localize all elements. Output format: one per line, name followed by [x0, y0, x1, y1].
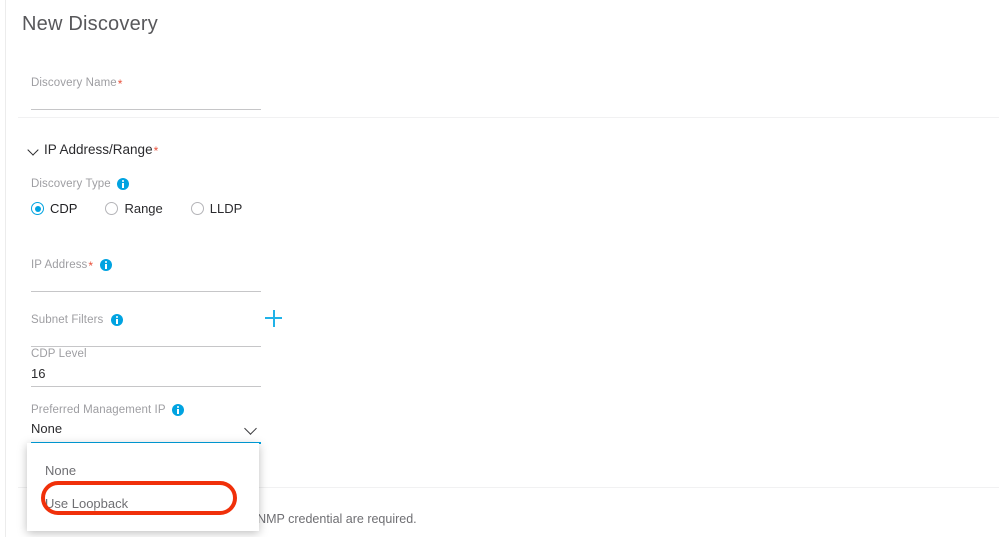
page-title: New Discovery — [22, 13, 158, 35]
header-divider — [18, 117, 999, 118]
radio-label-range: Range — [124, 201, 163, 216]
discovery-name-label-text: Discovery Name — [31, 77, 117, 89]
discovery-name-field[interactable]: Discovery Name * — [31, 76, 261, 110]
cdp-level-label: CDP Level — [31, 347, 261, 361]
radio-label-cdp: CDP — [50, 201, 78, 216]
plus-icon[interactable] — [265, 309, 283, 327]
radio-option-range[interactable]: Range — [105, 201, 163, 216]
ip-address-input[interactable] — [31, 272, 261, 291]
info-icon[interactable] — [171, 404, 184, 416]
discovery-name-input[interactable] — [31, 90, 261, 109]
preferred-management-ip-select[interactable]: None — [31, 420, 261, 438]
preferred-management-ip-label-text: Preferred Management IP — [31, 404, 166, 416]
subnet-filters-input[interactable] — [31, 327, 261, 346]
ip-address-label-text: IP Address — [31, 259, 88, 271]
ip-address-field[interactable]: IP Address * — [31, 258, 261, 292]
discovery-type-label-text: Discovery Type — [31, 178, 111, 190]
cdp-level-label-text: CDP Level — [31, 348, 87, 360]
preferred-management-ip-field[interactable]: Preferred Management IP None — [31, 403, 261, 444]
section-title: IP Address/Range — [44, 142, 153, 157]
radio-option-cdp[interactable]: CDP — [31, 201, 77, 216]
radio-label-lldp: LLDP — [209, 201, 243, 216]
chevron-down-icon[interactable] — [245, 423, 257, 435]
ip-address-range-section-header[interactable]: IP Address/Range * — [28, 142, 158, 157]
cdp-level-field[interactable]: CDP Level 16 — [31, 347, 261, 387]
radio-circle-icon — [105, 202, 119, 215]
ip-address-underline — [31, 291, 261, 292]
info-icon[interactable] — [116, 178, 129, 190]
required-asterisk: * — [117, 77, 123, 91]
discovery-type-radio-group[interactable]: CDP Range LLDP — [31, 201, 242, 216]
preferred-management-ip-dropdown[interactable]: None Use Loopback — [27, 443, 259, 531]
chevron-down-icon — [28, 144, 40, 156]
subnet-filters-field[interactable]: Subnet Filters — [31, 313, 261, 347]
discovery-type-label: Discovery Type — [31, 177, 129, 191]
subnet-filters-label-text: Subnet Filters — [31, 314, 104, 326]
cdp-level-input[interactable]: 16 — [31, 365, 261, 383]
dropdown-option-none[interactable]: None — [27, 454, 259, 487]
discovery-name-label: Discovery Name * — [31, 76, 261, 90]
ip-address-label: IP Address * — [31, 258, 261, 272]
dropdown-option-use-loopback[interactable]: Use Loopback — [27, 487, 259, 520]
info-icon[interactable] — [111, 314, 124, 326]
section-required-asterisk: * — [153, 143, 159, 158]
required-asterisk: * — [88, 259, 94, 273]
subnet-filters-label: Subnet Filters — [31, 313, 261, 327]
preferred-management-ip-selected-value: None — [31, 421, 63, 436]
radio-circle-icon — [31, 202, 44, 215]
cdp-level-underline — [31, 386, 261, 387]
radio-option-lldp[interactable]: LLDP — [190, 201, 243, 216]
radio-circle-icon — [190, 202, 204, 215]
info-icon[interactable] — [100, 259, 113, 271]
discovery-name-underline — [31, 109, 261, 110]
preferred-management-ip-label: Preferred Management IP — [31, 403, 261, 417]
new-discovery-form: New Discovery Discovery Name * IP Address… — [0, 0, 999, 537]
panel-left-edge — [5, 0, 6, 537]
